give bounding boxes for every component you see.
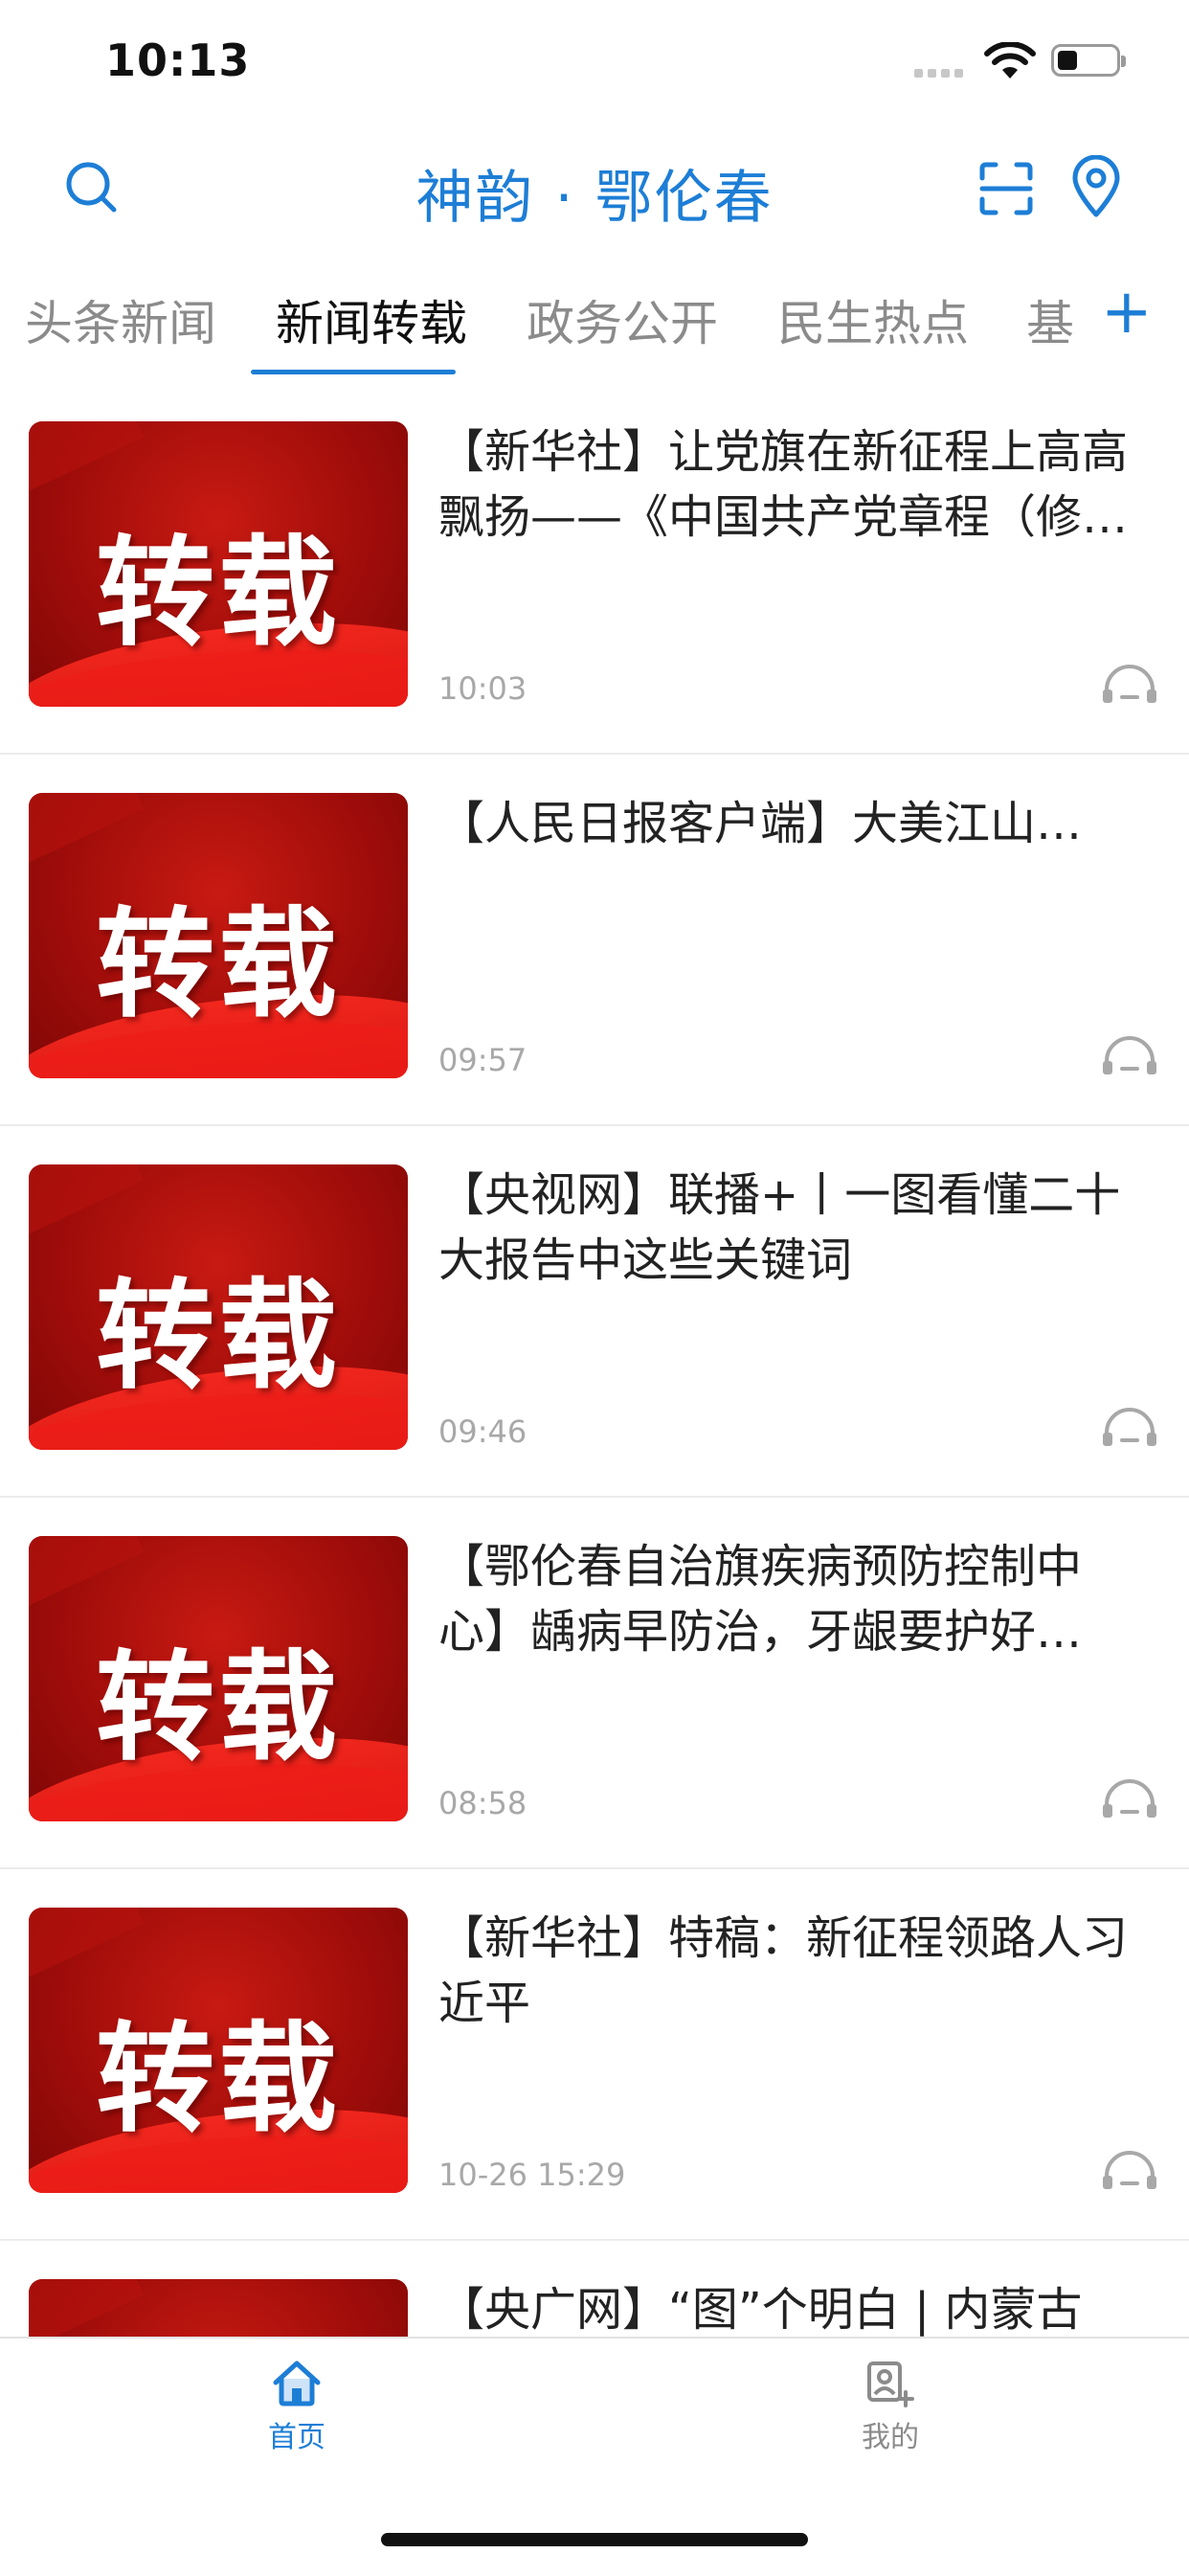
article-thumbnail: 转载	[29, 1164, 408, 1450]
article-thumbnail: 转载	[29, 1908, 408, 2193]
signal-icon	[914, 69, 972, 79]
list-item[interactable]: 转载 【新华社】让党旗在新征程上高高飘扬——《中国共产党章程（修正案）》诞生记 …	[0, 383, 1189, 755]
article-thumbnail: 转载	[29, 2279, 408, 2337]
article-title: 【央广网】“图”个明白 | 内蒙古	[438, 2283, 1083, 2337]
headphones-icon[interactable]	[1101, 2149, 1158, 2191]
thumbnail-label: 转载	[95, 525, 341, 663]
tab-government-affairs[interactable]: 政务公开	[527, 285, 718, 354]
battery-icon	[1051, 44, 1126, 77]
thumbnail-label: 转载	[95, 1639, 341, 1777]
home-icon	[273, 2361, 321, 2407]
category-tabs: 头条新闻 新闻转载 政务公开 民生热点 基 +	[0, 268, 1189, 383]
nav-home[interactable]: 首页	[201, 2360, 393, 2455]
headphones-icon[interactable]	[1101, 1406, 1158, 1448]
article-title: 【人民日报客户端】大美江山…	[438, 797, 1083, 850]
thumbnail-label: 转载	[95, 1268, 341, 1406]
article-time: 10-26 15:29	[438, 2157, 626, 2193]
home-indicator	[381, 2533, 808, 2546]
tab-news-repost[interactable]: 新闻转载	[276, 285, 467, 354]
article-title: 【新华社】特稿：新征程领路人习近平	[438, 1911, 1129, 2030]
headphones-icon[interactable]	[1101, 1034, 1158, 1076]
tab-headline[interactable]: 头条新闻	[25, 285, 216, 354]
article-title: 【鄂伦春自治旗疾病预防控制中心】龋病早防治，牙龈要护好…	[438, 1540, 1083, 1659]
headphones-icon[interactable]	[1101, 663, 1158, 705]
scan-icon[interactable]	[978, 161, 1034, 216]
list-item[interactable]: 转载 【鄂伦春自治旗疾病预防控制中心】龋病早防治，牙龈要护好… 08:58	[0, 1498, 1189, 1869]
tab-partial[interactable]: 基	[1026, 285, 1074, 354]
wifi-icon	[984, 42, 1036, 79]
thumbnail-label: 转载	[95, 896, 341, 1034]
list-item[interactable]: 转载 【新华社】特稿：新征程领路人习近平 10-26 15:29	[0, 1869, 1189, 2241]
active-tab-indicator	[251, 370, 456, 374]
article-list: 转载 【新华社】让党旗在新征程上高高飘扬——《中国共产党章程（修正案）》诞生记 …	[0, 383, 1189, 2337]
list-item[interactable]: 转载 【央视网】联播+丨一图看懂二十大报告中这些关键词 09:46	[0, 1126, 1189, 1498]
thumbnail-label: 转载	[95, 2011, 341, 2149]
profile-add-icon	[867, 2361, 914, 2407]
nav-profile[interactable]: 我的	[795, 2360, 986, 2455]
article-time: 09:46	[438, 1413, 527, 1450]
location-icon[interactable]	[1070, 155, 1122, 218]
status-bar: 10:13	[0, 0, 1189, 124]
article-title: 【央视网】联播+丨一图看懂二十大报告中这些关键词	[438, 1168, 1121, 1287]
article-time: 10:03	[438, 670, 527, 707]
app-header: 神韵 · 鄂伦春	[0, 134, 1189, 249]
article-time: 08:58	[438, 1785, 527, 1821]
list-item[interactable]: 转载 【人民日报客户端】大美江山… 09:57	[0, 755, 1189, 1126]
battery-level	[1058, 51, 1077, 70]
list-item[interactable]: 转载 【央广网】“图”个明白 | 内蒙古	[0, 2241, 1189, 2337]
headphones-icon[interactable]	[1101, 1777, 1158, 1819]
article-thumbnail: 转载	[29, 793, 408, 1078]
nav-home-label: 首页	[268, 2421, 325, 2454]
article-time: 09:57	[438, 1042, 527, 1078]
add-tab-button[interactable]: +	[1101, 282, 1153, 343]
nav-profile-label: 我的	[862, 2421, 919, 2454]
article-thumbnail: 转载	[29, 1536, 408, 1821]
article-title: 【新华社】让党旗在新征程上高高飘扬——《中国共产党章程（修正案）》诞生记	[438, 425, 1129, 544]
status-time: 10:13	[105, 34, 251, 86]
article-thumbnail: 转载	[29, 421, 408, 707]
tab-livelihood[interactable]: 民生热点	[777, 285, 969, 354]
